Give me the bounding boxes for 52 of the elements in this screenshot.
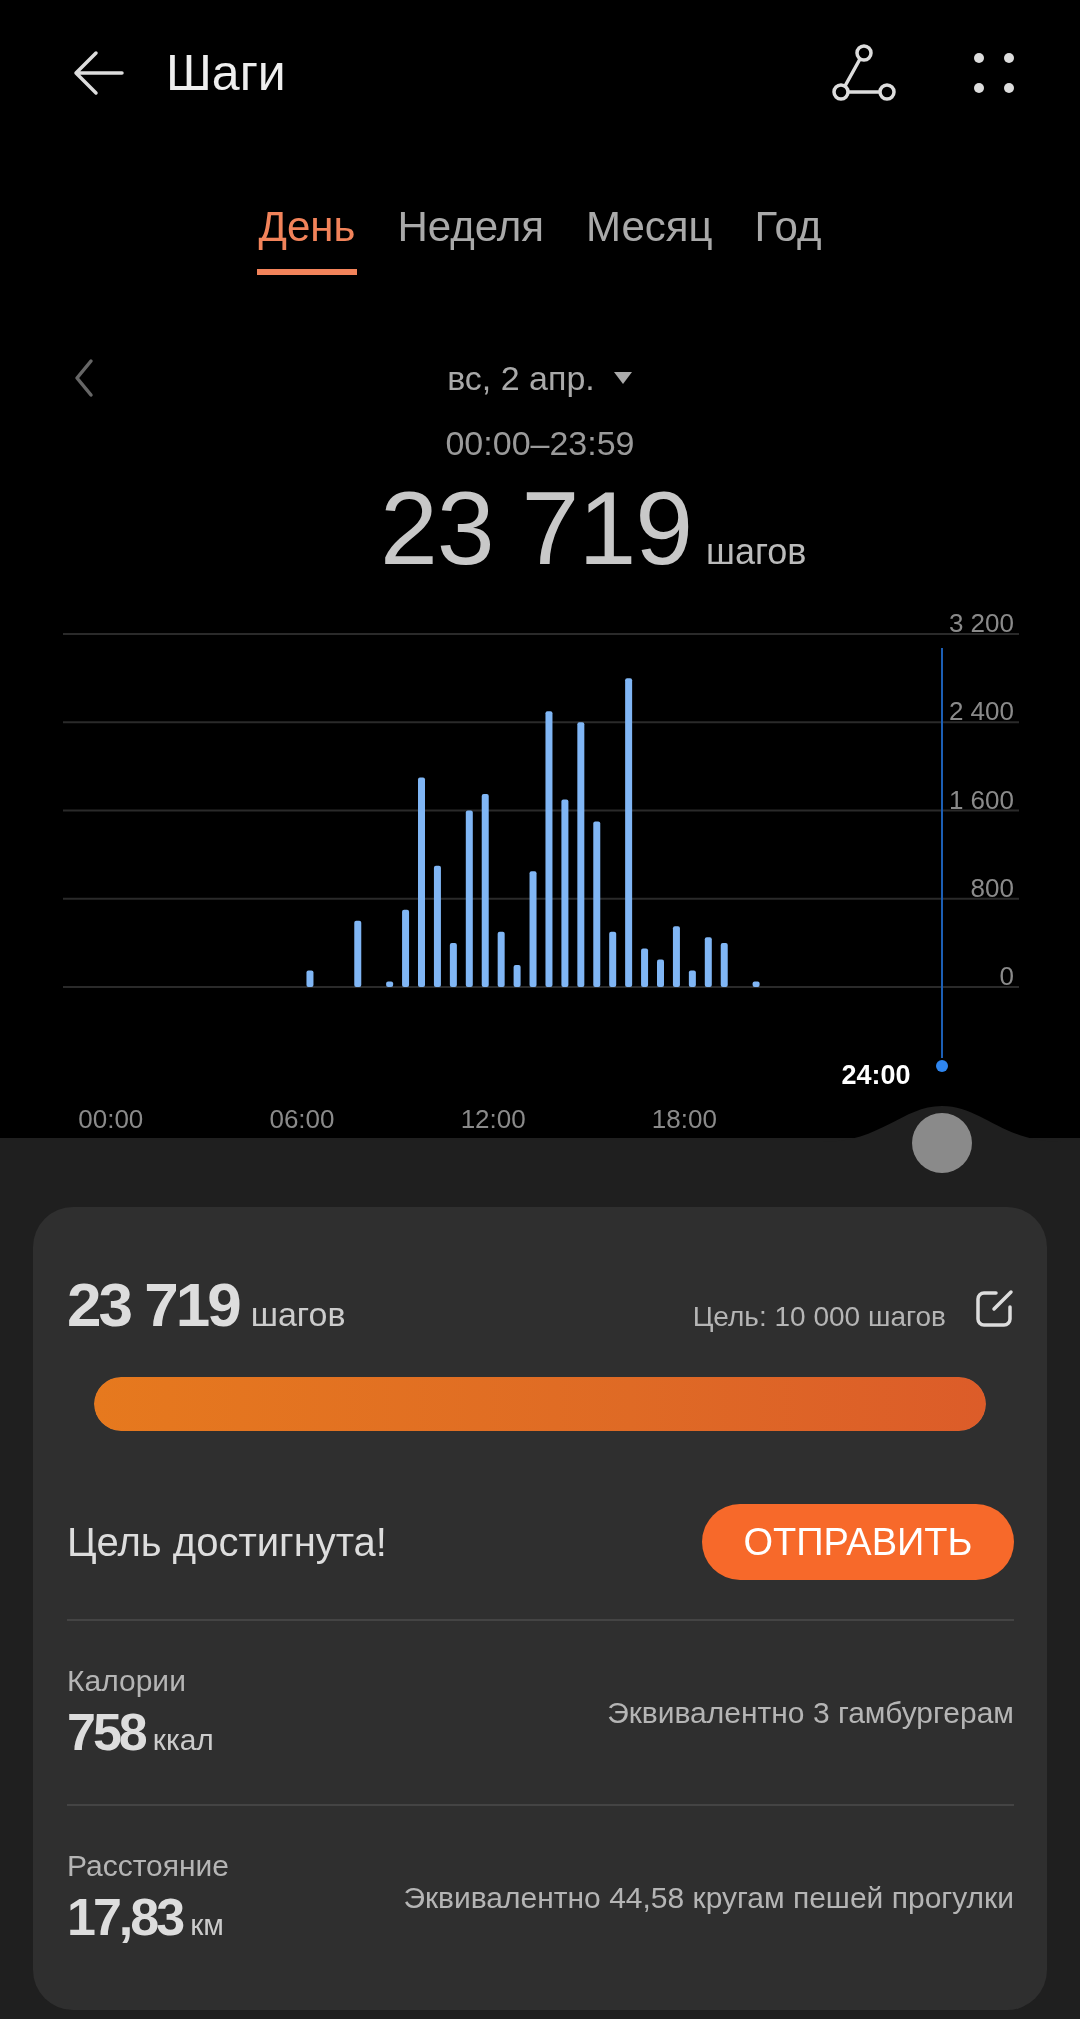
bar	[609, 931, 617, 987]
cursor-time-label: 24:00	[841, 1060, 911, 1090]
edit-icon[interactable]	[974, 1289, 1014, 1329]
time-range: 00:00–23:59	[445, 422, 635, 464]
equivalent-text: Эквивалентно 44,58 кругам пешей прогулки	[403, 1880, 1014, 1915]
y-axis-label: 1 600	[948, 784, 1014, 815]
stat-label: Расстояние	[67, 1848, 230, 1883]
bar	[449, 942, 457, 987]
stat-unit: ккал	[152, 1722, 214, 1757]
equivalent-text: Эквивалентно 3 гамбургерам	[607, 1695, 1014, 1730]
y-axis-label: 800	[970, 872, 1014, 903]
y-axis-label: 2 400	[948, 696, 1014, 727]
bar	[513, 964, 521, 987]
time-slider-handle[interactable]	[912, 1113, 972, 1173]
bar	[386, 981, 394, 987]
x-axis-label: 00:00	[78, 1104, 144, 1134]
step-unit: шагов	[250, 1295, 346, 1334]
bar	[688, 970, 696, 987]
goal-status: Цель достигнута!	[67, 1519, 387, 1565]
step-unit: шагов	[706, 531, 807, 573]
date-picker[interactable]: вс, 2 апр.	[443, 354, 637, 402]
bar	[672, 926, 680, 987]
share-icon[interactable]	[832, 42, 896, 103]
previous-day-icon[interactable]	[74, 358, 94, 398]
y-axis-label: 0	[999, 961, 1014, 991]
x-axis-label: 06:00	[269, 1104, 335, 1134]
time-cursor[interactable]	[936, 647, 948, 1072]
stat-value: 758	[67, 1701, 145, 1762]
dropdown-caret-icon	[612, 371, 633, 385]
screen-title: Шаги	[166, 43, 286, 102]
tab[interactable]: День	[256, 145, 358, 275]
more-icon[interactable]	[974, 52, 1014, 93]
stat-label: Калории	[67, 1663, 187, 1698]
stat-unit: км	[190, 1907, 224, 1942]
stat-value: 17,83	[67, 1886, 183, 1947]
bar	[641, 948, 649, 987]
goal-text: Цель: 10 000 шагов	[692, 1301, 946, 1333]
tab[interactable]: Неделя	[395, 145, 546, 275]
step-count: 23 719	[67, 1269, 239, 1340]
bar	[354, 920, 362, 987]
tab[interactable]: Месяц	[583, 145, 715, 275]
bar	[720, 942, 728, 987]
step-count: 23 719	[380, 469, 693, 588]
bar	[306, 970, 314, 987]
y-axis-label: 3 200	[948, 608, 1014, 638]
tab[interactable]: Год	[752, 145, 824, 275]
bar	[752, 981, 760, 987]
x-axis-label: 12:00	[460, 1104, 526, 1134]
bar	[704, 937, 712, 987]
bar	[497, 931, 505, 987]
bar	[657, 959, 664, 987]
x-axis-label: 18:00	[651, 1104, 717, 1134]
